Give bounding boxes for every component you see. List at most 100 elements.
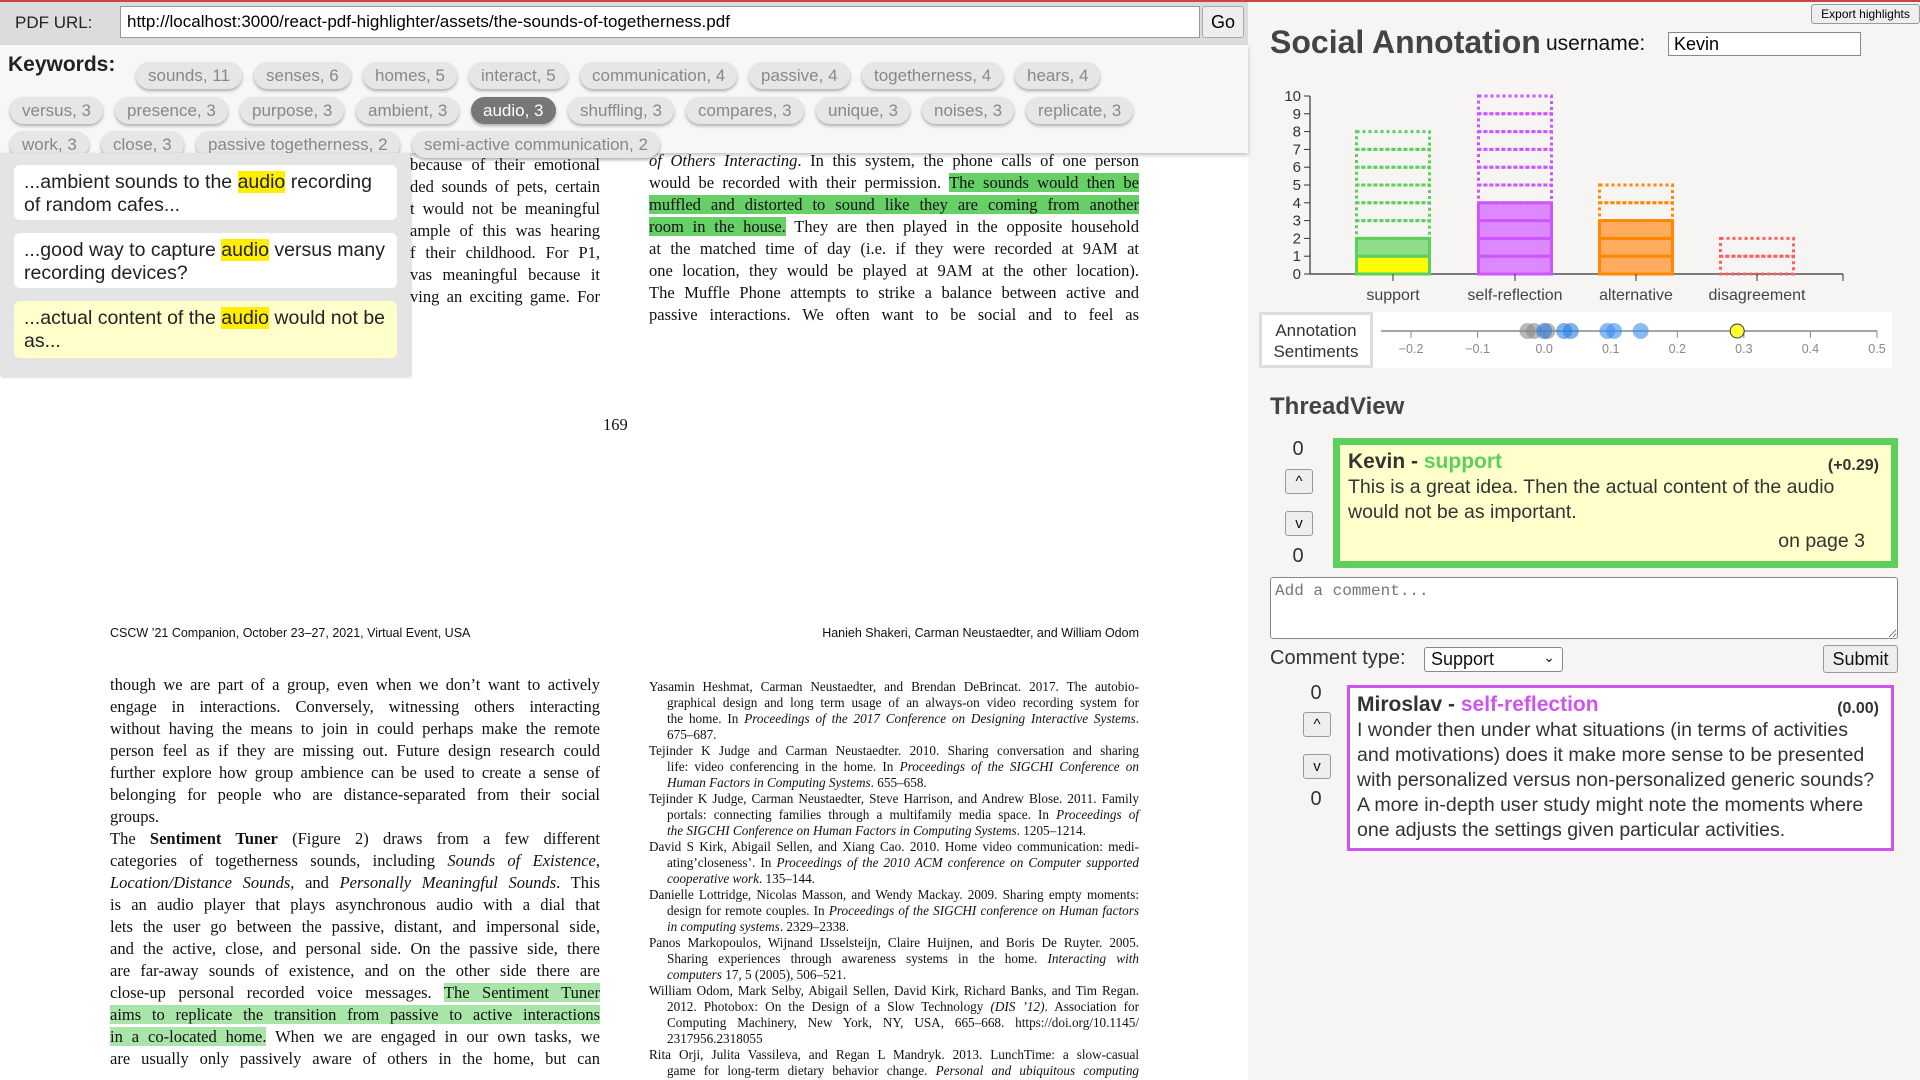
text-line: 2012. Photobox: On the Design of a Slow … bbox=[667, 999, 1139, 1015]
keyword-chip[interactable]: ambient, 3 bbox=[356, 97, 460, 124]
keyword-chip[interactable]: presence, 3 bbox=[115, 97, 228, 124]
text-segment: 17, 5 (2005), 506–521. bbox=[721, 967, 847, 982]
sentiment-point[interactable] bbox=[1536, 323, 1553, 339]
chevron-down-icon: ⌄ bbox=[1543, 649, 1555, 665]
text-line: further explore how group ambience can b… bbox=[110, 762, 600, 784]
keyword-chip[interactable]: compares, 3 bbox=[686, 97, 804, 124]
y-tick-label: 8 bbox=[1293, 124, 1301, 141]
sentiment-point[interactable] bbox=[1729, 323, 1745, 339]
text-segment: Tejinder K Judge, Carman Neustaedter, St… bbox=[649, 791, 1139, 806]
comment-type-select[interactable]: Support ⌄ bbox=[1424, 647, 1563, 672]
keyword-chip[interactable]: audio, 3 bbox=[471, 97, 556, 124]
text-segment: . 135–144. bbox=[758, 871, 815, 886]
text-segment: of Others Interacting bbox=[649, 151, 798, 170]
text-segment: belonging for people who are distance-se… bbox=[110, 785, 600, 804]
text-line: Yasamin Heshmat, Carman Neustaedter, and… bbox=[649, 679, 1139, 695]
comment-sentiment-score: (+0.29) bbox=[1827, 457, 1879, 474]
sentiment-tick-label: 0.4 bbox=[1802, 342, 1819, 356]
bar-potential-unit bbox=[1355, 130, 1431, 151]
submit-button[interactable]: Submit bbox=[1823, 645, 1898, 673]
text-line: Sharing experiences through awareness sy… bbox=[667, 951, 1139, 967]
text-segment: 675–687. bbox=[667, 727, 717, 742]
comment-card-selected[interactable]: Kevin - support (+0.29) This is a great … bbox=[1333, 438, 1898, 568]
text-segment: Personally Meaningful Sounds bbox=[339, 873, 557, 892]
threadview-title: ThreadView bbox=[1270, 393, 1405, 420]
comment-card[interactable]: Miroslav - self-reflection (0.00) I wond… bbox=[1347, 685, 1894, 851]
keyword-chip[interactable]: passive, 4 bbox=[749, 62, 850, 89]
text-line: of Others Interacting. In this system, t… bbox=[649, 150, 1139, 172]
sentiment-axis: −0.2 −0.1 0.0 0.1 0.2 0.3 0.4 0.5 bbox=[1381, 323, 1886, 356]
highlighted-text[interactable]: in a co-located home. bbox=[110, 1027, 267, 1046]
keyword-chip[interactable]: senses, 6 bbox=[254, 62, 351, 89]
text-segment: portals: connecting families through a m… bbox=[667, 807, 1057, 822]
highlighted-text[interactable]: The Sentiment Tuner bbox=[443, 983, 600, 1002]
comment-separator: - bbox=[1442, 693, 1461, 716]
keyword-chip[interactable]: sounds, 11 bbox=[136, 62, 242, 89]
text-line: passive interactions. We often want to b… bbox=[649, 304, 1139, 326]
text-line: in computing systems. 2329–2338. bbox=[667, 919, 1139, 935]
text-segment: (Figure 2) draws from a few different bbox=[277, 829, 601, 848]
keyword-chip[interactable]: togetherness, 4 bbox=[862, 62, 1004, 89]
sentiments-label: Annotation Sentiments bbox=[1259, 312, 1373, 368]
keyword-chip[interactable]: interact, 5 bbox=[469, 62, 568, 89]
y-tick-label: 3 bbox=[1293, 213, 1301, 230]
keyword-snippet[interactable]: ...good way to capture audio versus many… bbox=[14, 233, 397, 288]
keyword-snippet[interactable]: ...ambient sounds to the audio recording… bbox=[14, 165, 397, 220]
export-highlights-button[interactable]: Export highlights bbox=[1811, 4, 1920, 24]
sentiments-label-line1: Annotation bbox=[1275, 321, 1357, 340]
downvote-button[interactable]: v bbox=[1285, 511, 1313, 536]
comment-type: self-reflection bbox=[1460, 693, 1599, 716]
text-segment: Proceedings of the SIGCHI conference on … bbox=[828, 903, 1139, 918]
upvote-button[interactable]: ^ bbox=[1303, 712, 1331, 737]
highlighted-text[interactable]: muffled and distorted to sound like they… bbox=[649, 195, 1139, 214]
keyword-chip[interactable]: semi-active communication, 2 bbox=[412, 131, 660, 158]
text-segment: life: video conferencing in the home. In bbox=[667, 759, 900, 774]
text-segment: is an audio player that plays asynchrono… bbox=[110, 895, 600, 914]
keyword-chip[interactable]: communication, 4 bbox=[580, 62, 738, 89]
text-line: the SIGCHI Conference on Human Factors i… bbox=[667, 823, 1139, 839]
highlighted-text[interactable]: aims to replicate the transition from pa… bbox=[110, 1005, 600, 1024]
comment-author: Kevin bbox=[1348, 450, 1406, 473]
text-segment: Proceedings of bbox=[1056, 807, 1140, 822]
comment-author: Miroslav bbox=[1357, 693, 1443, 716]
comment-text: This is a great idea. Then the actual co… bbox=[1348, 476, 1835, 523]
sentiment-tick-label: 0.2 bbox=[1669, 342, 1686, 356]
highlighted-text[interactable]: room in the house. bbox=[649, 217, 786, 236]
keyword-chip[interactable]: unique, 3 bbox=[816, 97, 910, 124]
text-segment: . In this system, the phone calls of one… bbox=[797, 151, 1139, 170]
keyword-chip[interactable]: hears, 4 bbox=[1015, 62, 1101, 89]
text-line: Tejinder K Judge, Carman Neustaedter, St… bbox=[649, 791, 1139, 807]
text-line: life: video conferencing in the home. In… bbox=[667, 759, 1139, 775]
text-segment: person feel as if they are missing out. … bbox=[110, 741, 600, 760]
text-segment: Proceedings of the 2017 Conference on De… bbox=[744, 711, 1136, 726]
bar-potential-unit bbox=[1477, 183, 1553, 205]
upvote-button[interactable]: ^ bbox=[1285, 469, 1313, 494]
text-segment: They are then played in the opposite hou… bbox=[785, 217, 1139, 236]
bar-potential-unit bbox=[1477, 130, 1553, 151]
downvote-button[interactable]: v bbox=[1303, 754, 1331, 779]
keyword-chip[interactable]: shuffling, 3 bbox=[568, 97, 674, 124]
sentiment-point[interactable] bbox=[1562, 323, 1579, 339]
y-tick-label: 5 bbox=[1293, 177, 1301, 194]
keyword-chip[interactable]: versus, 3 bbox=[10, 97, 103, 124]
y-tick-label: 7 bbox=[1293, 141, 1301, 158]
add-comment-textarea[interactable] bbox=[1270, 577, 1898, 639]
keyword-chip[interactable]: replicate, 3 bbox=[1026, 97, 1134, 124]
sentiment-point[interactable] bbox=[1632, 323, 1649, 339]
snippet-keyword-highlight: audio bbox=[221, 239, 270, 261]
keyword-snippet[interactable]: ...actual content of the audio would not… bbox=[14, 301, 397, 358]
comment-type: support bbox=[1423, 450, 1503, 473]
y-tick-label: 0 bbox=[1293, 266, 1301, 283]
snippet-text: ...actual content of the bbox=[24, 307, 222, 329]
username-input[interactable] bbox=[1668, 32, 1861, 56]
keyword-chip[interactable]: purpose, 3 bbox=[240, 97, 345, 124]
text-segment: Rita Orji, Julita Vassileva, and Regan L… bbox=[649, 1047, 1139, 1062]
text-line: Rita Orji, Julita Vassileva, and Regan L… bbox=[649, 1047, 1139, 1063]
keyword-chip[interactable]: homes, 5 bbox=[363, 62, 457, 89]
text-line: aims to replicate the transition from pa… bbox=[110, 1004, 600, 1026]
keyword-chip[interactable]: noises, 3 bbox=[922, 97, 1015, 124]
highlighted-text[interactable]: The sounds would then be bbox=[949, 173, 1139, 192]
text-line: groups. bbox=[110, 806, 600, 828]
sentiment-point[interactable] bbox=[1606, 323, 1623, 339]
text-line: David S Kirk, Abigail Sellen, and Xiang … bbox=[649, 839, 1139, 855]
